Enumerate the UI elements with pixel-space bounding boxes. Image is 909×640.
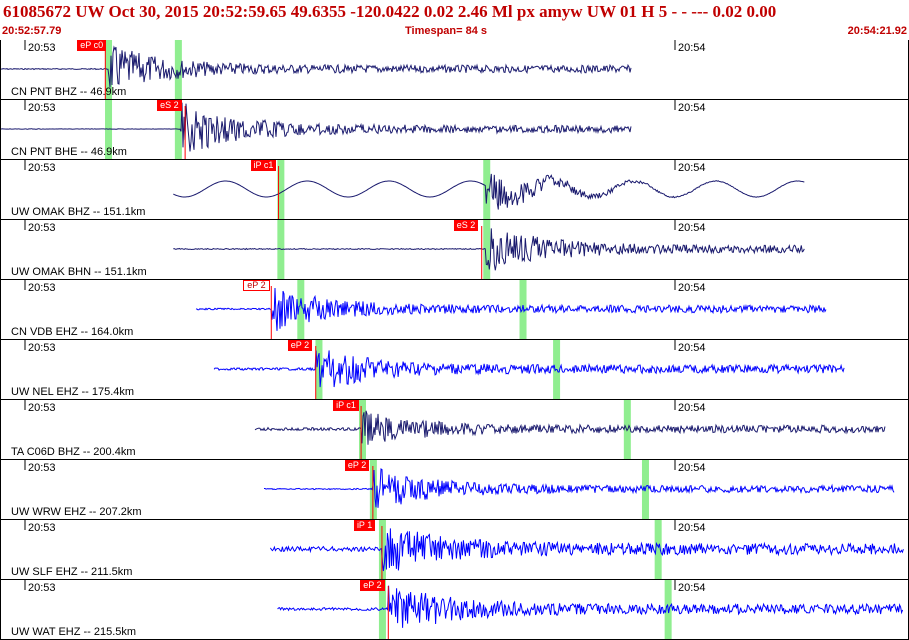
station-channel-label: UW WRW EHZ -- 207.2km [11,506,142,518]
minute-label: 20:54 [678,102,706,114]
station-channel-label: UW NEL EHZ -- 175.4km [11,386,135,398]
station-channel-label: UW WAT EHZ -- 215.5km [11,626,137,638]
seismogram-panel-stack[interactable]: 20:53 20:54 eP c0 CN PNT BHZ -- 46.9km 20:53… [0,40,909,640]
minute-label: 20:54 [678,582,706,594]
trace-panel[interactable]: 20:53 20:54 iP 1 UW SLF EHZ -- 211.5km [0,520,909,580]
phase-pick-flag[interactable]: eP 2 [344,460,370,471]
phase-pick-flag[interactable]: eS 2 [157,100,182,111]
trace-panel[interactable]: 20:53 20:54 eP c0 CN PNT BHZ -- 46.9km [0,40,909,100]
window-start-time: 20:52:57.79 [2,25,62,37]
minute-label: 20:54 [678,162,706,174]
trace-plot[interactable] [1,580,908,639]
waveform-trace [269,528,904,572]
trace-panel[interactable]: 20:53 20:54 eS 2 UW OMAK BHN -- 151.1km [0,220,909,280]
waveform-trace [213,350,845,388]
trace-panel[interactable]: 20:53 20:54 iP c1 TA C06D BHZ -- 200.4km [0,400,909,460]
trace-plot[interactable] [1,400,908,459]
station-channel-label: UW OMAK BHN -- 151.1km [11,266,147,278]
trace-plot[interactable] [1,340,908,399]
event-summary-title: 61085672 UW Oct 30, 2015 20:52:59.65 49.… [3,2,777,21]
waveform-trace [277,585,904,628]
trace-panel[interactable]: 20:53 20:54 eP 2 UW WAT EHZ -- 215.5km [0,580,909,640]
trace-plot[interactable] [1,520,908,579]
trace-panel[interactable]: 20:53 20:54 eP 2 CN VDB EHZ -- 164.0km [0,280,909,340]
waveform-trace [195,287,827,331]
minute-label: 20:54 [678,222,706,234]
minute-label: 20:53 [28,522,56,534]
trace-panel[interactable]: 20:53 20:54 eP 2 UW NEL EHZ -- 175.4km [0,340,909,400]
window-end-time: 20:54:21.92 [847,25,907,37]
phase-pick-flag[interactable]: iP c1 [250,160,277,171]
minute-label: 20:54 [678,402,706,414]
station-channel-label: CN VDB EHZ -- 164.0km [11,326,134,338]
trace-panel[interactable]: 20:53 20:54 eP 2 UW WRW EHZ -- 207.2km [0,460,909,520]
minute-label: 20:53 [28,162,56,174]
analysis-window-marker [483,220,491,279]
trace-plot[interactable] [1,100,908,159]
trace-panel[interactable]: 20:53 20:54 iP c1 UW OMAK BHZ -- 151.1km [0,160,909,220]
phase-pick-flag[interactable]: eP 2 [360,580,385,591]
phase-pick-flag[interactable]: eS 2 [453,220,479,231]
phase-pick-flag[interactable]: eP 2 [287,340,313,351]
waveform-trace [264,468,895,508]
waveform-trace [1,102,632,152]
station-channel-label: UW SLF EHZ -- 211.5km [11,566,133,578]
station-channel-label: CN PNT BHZ -- 46.9km [11,86,127,98]
station-channel-label: TA C06D BHZ -- 200.4km [11,446,136,458]
timespan-label: Timespan= 84 s [405,25,488,37]
minute-label: 20:54 [678,42,706,54]
minute-label: 20:53 [28,582,56,594]
phase-pick-flag[interactable]: iP 1 [353,520,376,531]
phase-pick-flag[interactable]: iP c1 [333,400,359,411]
minute-label: 20:54 [678,282,706,294]
station-channel-label: CN PNT BHE -- 46.9km [11,146,127,158]
minute-label: 20:53 [28,102,56,114]
waveform-trace [1,45,632,88]
phase-pick-flag[interactable]: eP 2 [243,280,270,291]
minute-label: 20:53 [28,342,56,354]
minute-label: 20:54 [678,462,706,474]
trace-plot[interactable] [1,280,908,339]
minute-label: 20:53 [28,42,56,54]
station-channel-label: UW OMAK BHZ -- 151.1km [11,206,146,218]
trace-plot[interactable] [1,40,908,99]
waveform-trace [254,410,886,445]
minute-label: 20:53 [28,402,56,414]
event-header: 61085672 UW Oct 30, 2015 20:52:59.65 49.… [0,0,909,41]
minute-label: 20:54 [678,342,706,354]
minute-label: 20:53 [28,222,56,234]
minute-label: 20:54 [678,522,706,534]
trace-panel[interactable]: 20:53 20:54 eS 2 CN PNT BHE -- 46.9km [0,100,909,160]
minute-label: 20:53 [28,282,56,294]
phase-pick-flag[interactable]: eP c0 [77,40,107,51]
minute-label: 20:53 [28,462,56,474]
